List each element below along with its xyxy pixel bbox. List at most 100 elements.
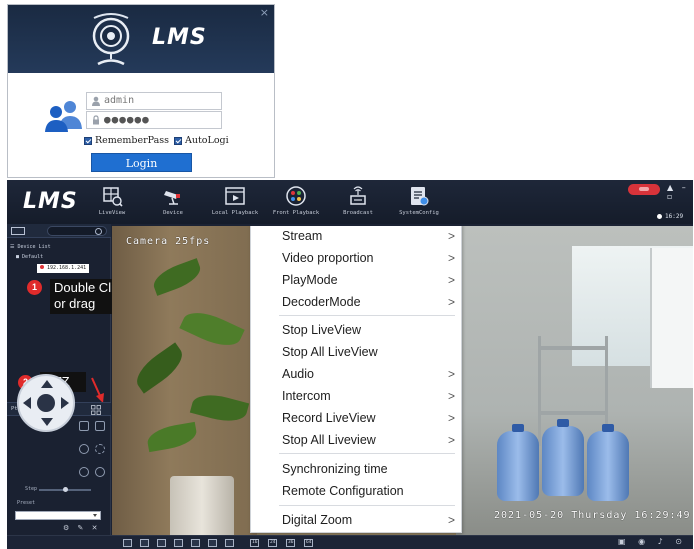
zoom-out-frame-icon[interactable]	[95, 421, 105, 431]
menu-item-label: Video proportion	[282, 251, 374, 265]
menu-separator	[279, 453, 455, 454]
username-field[interactable]: admin	[86, 92, 222, 110]
chevron-right-icon: >	[447, 513, 455, 527]
bottom-right-icons[interactable]: ▣ ◉ ♪ ⊙	[618, 537, 687, 546]
preset-select[interactable]	[15, 511, 101, 520]
menu-item-digital-zoom[interactable]: Digital Zoom >	[251, 509, 461, 531]
menu-item-label: Intercom	[282, 389, 331, 403]
step-slider[interactable]	[39, 487, 91, 492]
chevron-right-icon: >	[447, 273, 455, 287]
chevron-right-icon: >	[447, 229, 455, 243]
layout-24-button[interactable]: 24	[268, 539, 278, 547]
ptz-direction-pad[interactable]	[17, 374, 75, 432]
ptz-center-button[interactable]	[37, 394, 55, 412]
context-menu: Stream > Video proportion > PlayMode > Deco…	[250, 226, 462, 533]
layout-6-button[interactable]	[157, 539, 166, 547]
menu-item-video-proportion[interactable]: Video proportion >	[251, 247, 461, 269]
login-button[interactable]: Login	[91, 153, 192, 172]
auto-login-checkbox[interactable]: AutoLogi	[174, 135, 229, 146]
arrow-left-icon[interactable]	[23, 397, 31, 409]
menu-item-label: Synchronizing time	[282, 462, 388, 476]
menu-separator	[279, 315, 455, 316]
zoom-out-icon[interactable]	[79, 467, 89, 477]
toolbar-device[interactable]: Device	[138, 185, 208, 216]
user-icon	[92, 96, 100, 106]
arrow-right-icon[interactable]	[61, 397, 69, 409]
camera-label: Camera 25fps	[126, 236, 211, 247]
menu-item-intercom[interactable]: Intercom >	[251, 385, 461, 407]
menu-item-label: Stop All LiveView	[282, 345, 378, 359]
toolbar-broadcast[interactable]: Broadcast	[323, 185, 393, 216]
menu-item-label: Stop All Liveview	[282, 433, 376, 447]
menu-item-stop-all-liveview-record[interactable]: Stop All Liveview >	[251, 429, 461, 451]
menu-item-decodermode[interactable]: DecoderMode >	[251, 291, 461, 313]
menu-item-audio[interactable]: Audio >	[251, 363, 461, 385]
device-list-icon[interactable]	[11, 227, 25, 235]
chevron-right-icon: >	[447, 251, 455, 265]
arrow-down-icon[interactable]	[41, 418, 53, 426]
toolbar-front-playback[interactable]: Front Playback	[261, 185, 331, 216]
layout-36-button[interactable]: 36	[286, 539, 296, 547]
menu-item-label: DecoderMode	[282, 295, 361, 309]
chevron-right-icon: >	[447, 295, 455, 309]
app-logo-text: LMS	[23, 189, 78, 214]
focus-far-icon[interactable]	[95, 444, 105, 454]
password-field[interactable]: ●●●●●●	[86, 111, 222, 129]
clock-display: 16:29	[657, 213, 683, 220]
tree-root[interactable]: ☰ Device List	[10, 244, 51, 250]
layout-4-button[interactable]	[140, 539, 149, 547]
water-jug	[497, 424, 539, 501]
remember-pass-label: RememberPass	[95, 135, 170, 146]
menu-item-remote-configuration[interactable]: Remote Configuration	[251, 480, 461, 502]
menu-item-playmode[interactable]: PlayMode >	[251, 269, 461, 291]
zoom-in-icon[interactable]	[95, 467, 105, 477]
menu-item-synchronizing-time[interactable]: Synchronizing time	[251, 458, 461, 480]
window-controls[interactable]: ▲ – ▫	[667, 183, 693, 201]
plant-pot	[170, 476, 234, 535]
layout-16-button[interactable]: 16	[250, 539, 260, 547]
water-jug	[542, 419, 584, 496]
layout-64-button[interactable]: 64	[304, 539, 314, 547]
close-icon[interactable]: ×	[260, 6, 269, 19]
bottom-layout-bar: 16 24 36 64 ▣ ◉ ♪ ⊙	[7, 535, 693, 549]
chevron-right-icon: >	[447, 433, 455, 447]
remember-pass-checkbox[interactable]: RememberPass	[84, 135, 169, 146]
menu-item-label: Record LiveView	[282, 411, 376, 425]
step-label: Step	[25, 486, 38, 492]
webcam-logo-icon	[92, 13, 130, 66]
tree-device-label: 192.168.1.241	[47, 265, 87, 271]
menu-item-stream[interactable]: Stream >	[251, 226, 461, 247]
record-toggle[interactable]	[628, 184, 660, 195]
menu-item-stop-liveview[interactable]: Stop LiveView	[251, 319, 461, 341]
layout-9-button[interactable]	[191, 539, 200, 547]
auto-login-label: AutoLogi	[185, 135, 229, 146]
menu-item-stop-all-liveview[interactable]: Stop All LiveView	[251, 341, 461, 363]
menu-item-label: PlayMode	[282, 273, 338, 287]
focus-near-icon[interactable]	[79, 444, 89, 454]
water-jug	[587, 424, 629, 501]
tree-device-item[interactable]: 192.168.1.241	[37, 264, 90, 273]
layout-8-button[interactable]	[174, 539, 183, 547]
grid-icon[interactable]	[91, 405, 101, 415]
tree-group[interactable]: ■ Default	[16, 254, 43, 260]
broadcast-icon	[350, 186, 366, 205]
liveview-icon	[103, 187, 123, 207]
video-viewport[interactable]: Camera 25fps 2021-05-20 Thursday 16:29:4…	[112, 226, 693, 535]
device-search-input[interactable]	[47, 226, 107, 236]
login-logo-text: LMS	[152, 25, 207, 50]
arrow-up-icon[interactable]	[41, 380, 53, 388]
toolbar-liveview[interactable]: LiveView	[77, 185, 147, 216]
toolbar-systemconfig[interactable]: SystemConfig	[384, 185, 454, 216]
toolbar-local-playback[interactable]: Local Playback	[200, 185, 270, 216]
checkbox-checked-icon	[84, 136, 92, 145]
left-panel: ☰ Device List ■ Default 192.168.1.241 1 …	[7, 224, 136, 535]
menu-item-record-liveview[interactable]: Record LiveView >	[251, 407, 461, 429]
zoom-in-frame-icon[interactable]	[79, 421, 89, 431]
tree-expand-icon: ☰	[10, 244, 18, 250]
layout-10-button[interactable]	[208, 539, 217, 547]
layout-1-button[interactable]	[123, 539, 132, 547]
ptz-tool-icons[interactable]: ⚙ ✎ ✕	[63, 524, 100, 532]
device-list-header	[7, 224, 111, 238]
arrow-icon	[91, 377, 104, 403]
layout-13-button[interactable]	[225, 539, 234, 547]
